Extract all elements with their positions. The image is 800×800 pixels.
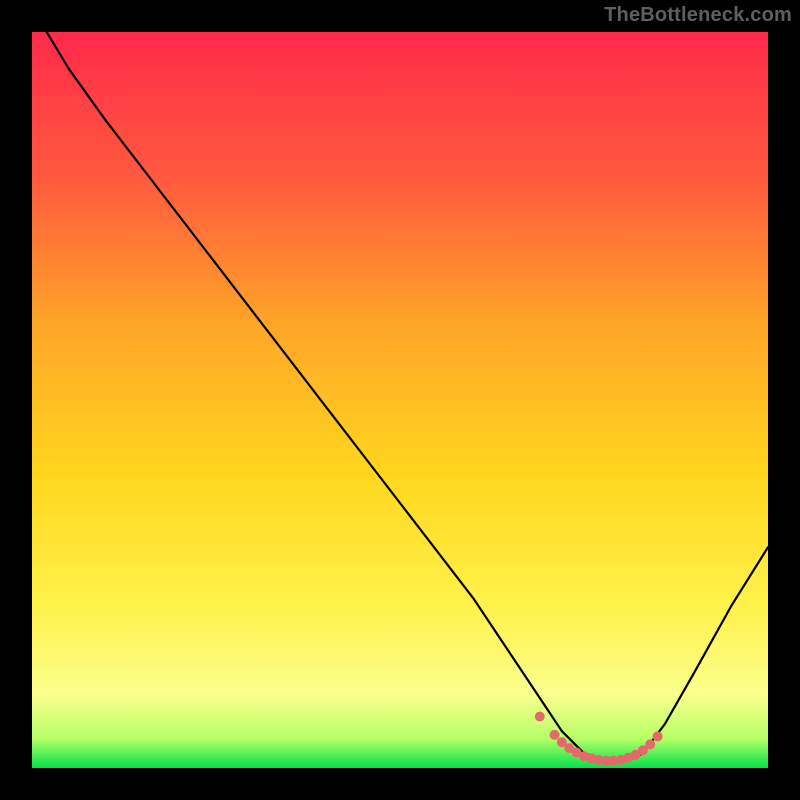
marker-dot xyxy=(550,730,560,740)
gradient-rect xyxy=(32,32,768,768)
marker-dot xyxy=(535,712,545,722)
watermark-text: TheBottleneck.com xyxy=(604,4,792,27)
plot-area xyxy=(32,32,768,768)
marker-dot xyxy=(645,739,655,749)
chart-svg xyxy=(32,32,768,768)
chart-frame: TheBottleneck.com xyxy=(0,0,800,800)
marker-dot xyxy=(653,731,663,741)
